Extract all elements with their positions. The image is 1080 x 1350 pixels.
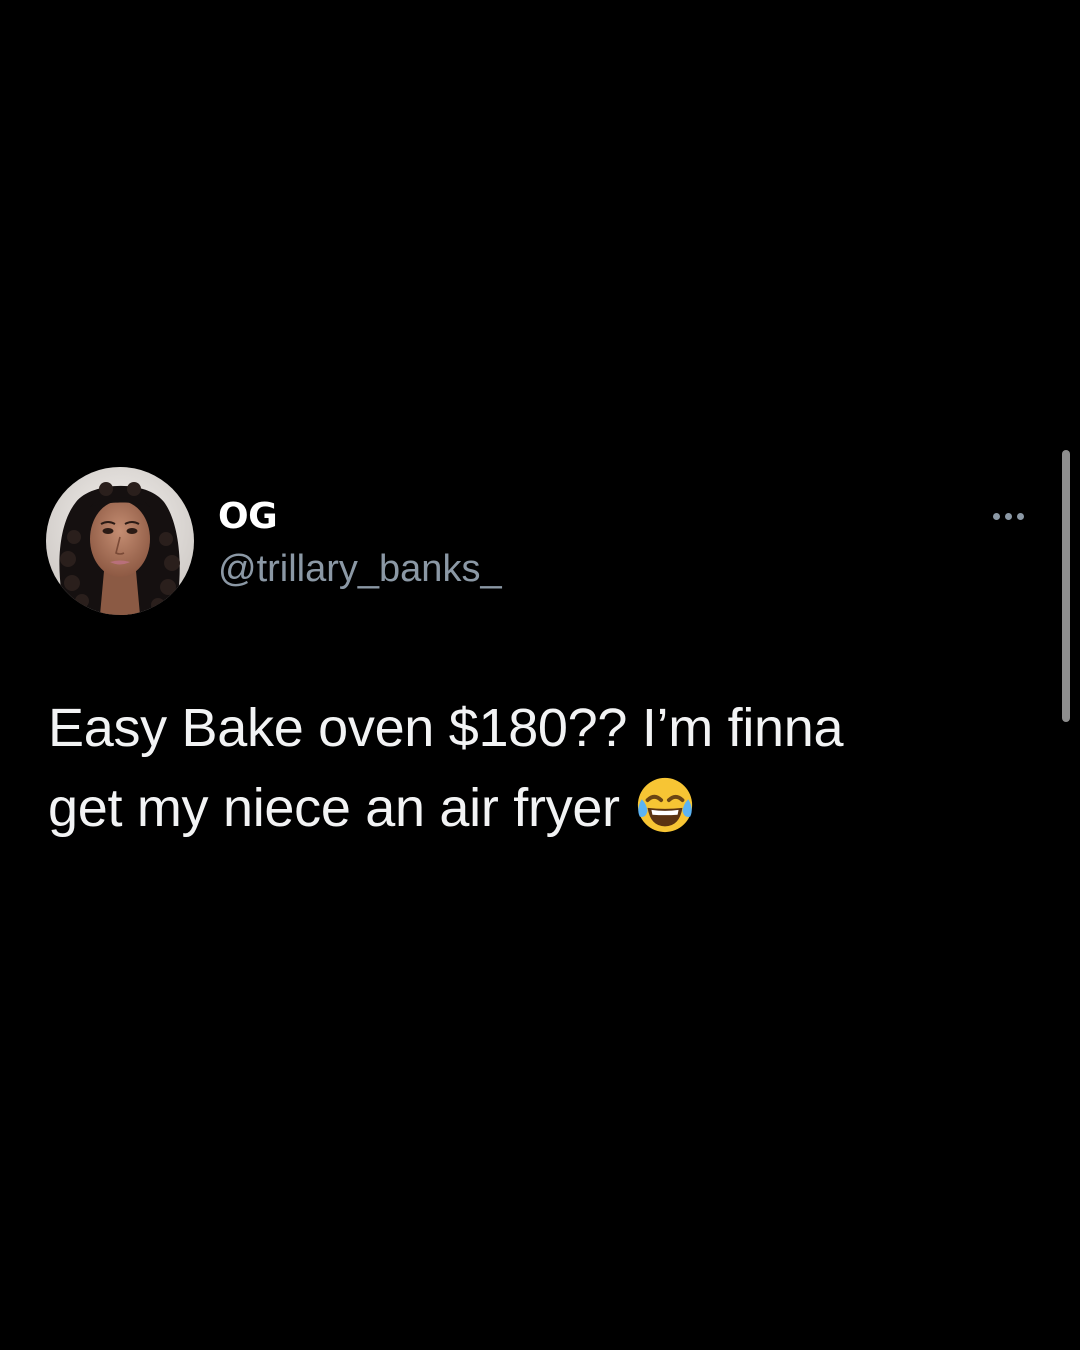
face-with-tears-of-joy-icon xyxy=(634,774,696,836)
more-horizontal-icon-dot xyxy=(1016,512,1024,520)
tweet-text-line-2: get my niece an air fryer xyxy=(48,768,1008,848)
more-horizontal-icon-dot xyxy=(1004,512,1012,520)
tweet-text-line: Easy Bake oven $180?? I’m finna xyxy=(48,698,844,758)
tweet-text-line-2-text: get my niece an air fryer xyxy=(48,778,620,838)
avatar-image xyxy=(46,467,194,615)
more-options-button[interactable] xyxy=(984,500,1032,532)
more-horizontal-icon xyxy=(992,512,1000,520)
tweet: OG @trillary_banks_ Easy Bake oven $180?… xyxy=(0,0,1080,1350)
scrollbar[interactable] xyxy=(1062,450,1070,722)
avatar[interactable] xyxy=(46,467,194,615)
display-name[interactable]: OG xyxy=(218,496,278,538)
user-handle[interactable]: @trillary_banks_ xyxy=(218,546,502,592)
tweet-text: Easy Bake oven $180?? I’m finna get my n… xyxy=(48,688,1008,848)
